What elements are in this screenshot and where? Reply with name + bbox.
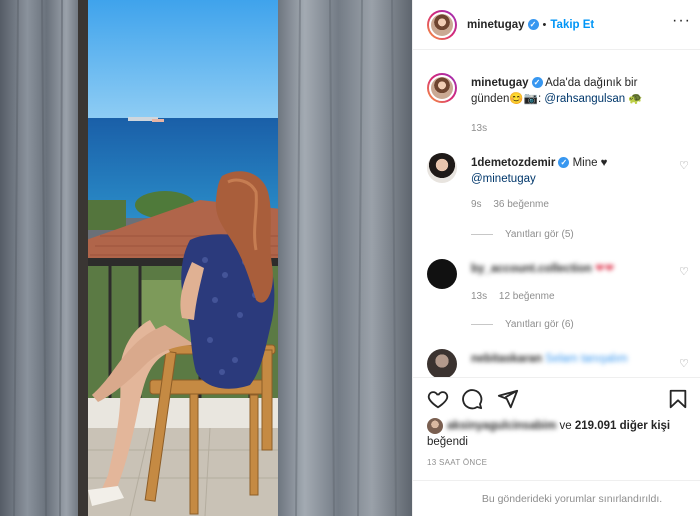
post-photo-illustration bbox=[0, 0, 412, 516]
replies-line bbox=[471, 234, 493, 235]
comment-username[interactable]: by_account.collection bbox=[471, 263, 592, 275]
comment-mention[interactable]: @minetugay bbox=[471, 173, 536, 185]
send-icon[interactable] bbox=[497, 388, 519, 410]
comment-text: by_account.collection ❤❤ bbox=[471, 261, 676, 277]
caption: minetugay ✓ Ada'da dağınık bir günden😊📷: … bbox=[427, 73, 689, 143]
comment-like-icon[interactable]: ♡ bbox=[679, 359, 689, 370]
comment-body: Selam tanışalım bbox=[545, 353, 628, 365]
comment-like-icon[interactable]: ♡ bbox=[679, 161, 689, 172]
liker-avatar[interactable] bbox=[427, 418, 443, 434]
likes-connector: ve bbox=[556, 420, 575, 433]
author-username[interactable]: minetugay bbox=[467, 19, 525, 31]
comment-time[interactable]: 9s bbox=[471, 199, 482, 210]
header-meta: minetugay ✓ • Takip Et bbox=[467, 19, 594, 31]
comment-avatar[interactable] bbox=[427, 259, 457, 289]
likes-summary: aksinyagulcinsabim ve 219.091 diğer kişi… bbox=[427, 418, 689, 450]
view-replies-label: Yanıtları gör (5) bbox=[505, 229, 574, 240]
comment-username[interactable]: 1demetozdemir bbox=[471, 157, 555, 169]
bookmark-icon[interactable] bbox=[667, 388, 689, 410]
verified-badge-icon: ✓ bbox=[558, 157, 570, 169]
caption-meta: 13s bbox=[471, 123, 496, 134]
comment-meta: 9s 36 beğenme bbox=[471, 199, 558, 210]
comment-icon[interactable] bbox=[461, 388, 483, 410]
comment-time[interactable]: 13s bbox=[471, 291, 487, 302]
caption-text: minetugay ✓ Ada'da dağınık bir günden😊📷: … bbox=[471, 75, 676, 107]
comment-like-icon[interactable]: ♡ bbox=[679, 267, 689, 278]
likes-count[interactable]: 219.091 diğer kişi bbox=[575, 420, 670, 432]
comment-item: 1demetozdemir ✓ Mine ♥ @minetugay ♡ 9s 36… bbox=[427, 153, 689, 245]
comment-text: nebitaskaran Selam tanışalım bbox=[471, 351, 676, 367]
verified-badge-icon: ✓ bbox=[531, 77, 543, 89]
author-avatar[interactable] bbox=[427, 9, 457, 40]
comment-body: ❤❤ bbox=[594, 263, 615, 275]
comment-item: by_account.collection ❤❤ ♡ 13s 12 beğenm… bbox=[427, 259, 689, 351]
comment-meta: 13s 12 beğenme bbox=[471, 291, 564, 302]
action-icons-bar bbox=[427, 388, 689, 412]
caption-time[interactable]: 13s bbox=[471, 123, 487, 134]
comments-list[interactable]: minetugay ✓ Ada'da dağınık bir günden😊📷: … bbox=[413, 51, 700, 377]
comment-avatar[interactable] bbox=[427, 349, 457, 377]
post-sidebar: minetugay ✓ • Takip Et ··· minetugay ✓ Ad… bbox=[412, 0, 700, 516]
view-replies-button[interactable]: Yanıtları gör (6) bbox=[471, 319, 574, 330]
post-timestamp[interactable]: 13 SAAT ÖNCE bbox=[427, 458, 487, 467]
comment-likes[interactable]: 36 beğenme bbox=[493, 199, 549, 210]
caption-username[interactable]: minetugay bbox=[471, 77, 529, 89]
comment-body: Mine ♥ bbox=[572, 157, 608, 169]
comment-item: nebitaskaran Selam tanışalım ♡ bbox=[427, 349, 689, 377]
post-header: minetugay ✓ • Takip Et ··· bbox=[413, 0, 700, 50]
comment-likes[interactable]: 12 beğenme bbox=[499, 291, 555, 302]
dot-separator: • bbox=[542, 18, 547, 31]
follow-button[interactable]: Takip Et bbox=[550, 19, 594, 31]
caption-avatar[interactable] bbox=[427, 73, 457, 103]
view-replies-button[interactable]: Yanıtları gör (5) bbox=[471, 229, 574, 240]
caption-mention[interactable]: @rahsangulsan bbox=[544, 93, 625, 105]
liker-username[interactable]: aksinyagulcinsabim bbox=[447, 420, 556, 432]
comment-avatar[interactable] bbox=[427, 153, 457, 183]
view-replies-label: Yanıtları gör (6) bbox=[505, 319, 574, 330]
likes-suffix: beğendi bbox=[427, 436, 468, 449]
caption-emoji: 🐢 bbox=[628, 93, 643, 105]
replies-line bbox=[471, 324, 493, 325]
more-options-icon[interactable]: ··· bbox=[672, 13, 691, 29]
heart-icon[interactable] bbox=[427, 388, 449, 410]
post-photo bbox=[0, 0, 412, 516]
verified-badge-icon: ✓ bbox=[527, 19, 539, 30]
comment-text: 1demetozdemir ✓ Mine ♥ @minetugay bbox=[471, 155, 676, 187]
comments-limited-notice: Bu gönderideki yorumlar sınırlandırıldı. bbox=[413, 480, 700, 516]
post-actions: aksinyagulcinsabim ve 219.091 diğer kişi… bbox=[413, 377, 700, 516]
comment-username[interactable]: nebitaskaran bbox=[471, 353, 542, 365]
